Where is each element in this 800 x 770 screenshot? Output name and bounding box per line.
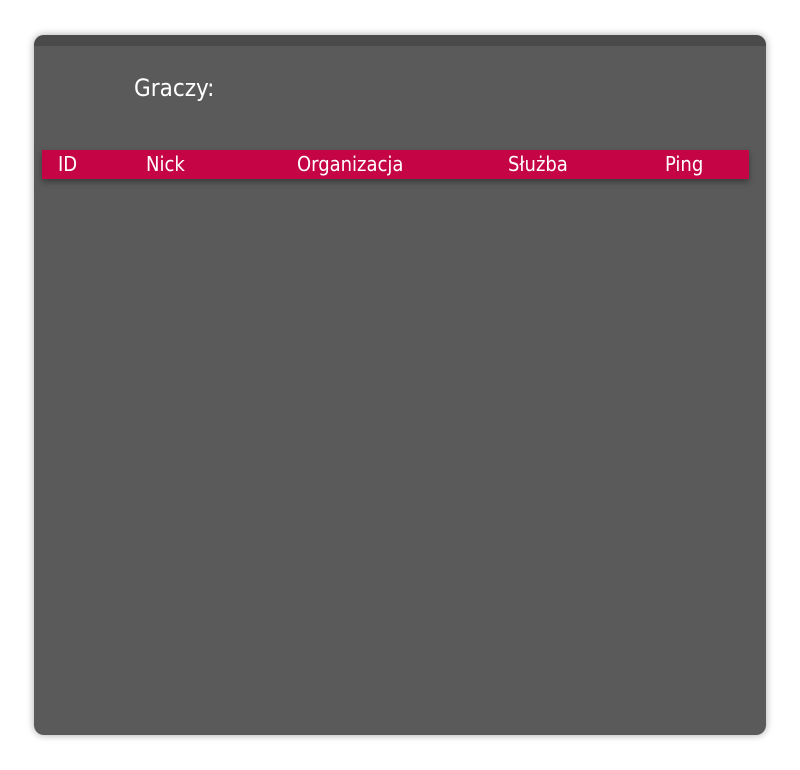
column-header-id[interactable]: ID [58,150,77,179]
column-header-ping[interactable]: Ping [665,150,703,179]
scoreboard-panel: Graczy: ID Nick Organizacja Służba Ping [34,35,766,735]
column-header-service[interactable]: Służba [508,150,568,179]
table-header-row: ID Nick Organizacja Służba Ping [42,150,749,179]
panel-top-border [34,35,766,46]
players-table-body [42,179,749,719]
column-header-organization[interactable]: Organizacja [297,150,403,179]
column-header-nick[interactable]: Nick [146,150,185,179]
players-title: Graczy: [134,74,215,102]
